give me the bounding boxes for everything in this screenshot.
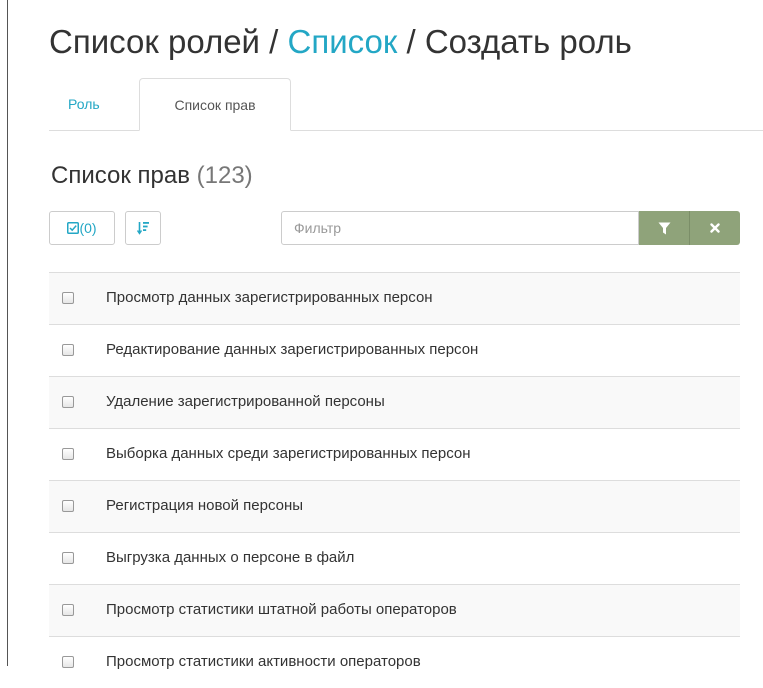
permission-checkbox[interactable] <box>62 396 74 408</box>
permission-row[interactable]: Просмотр данных зарегистрированных персо… <box>49 272 740 324</box>
breadcrumb-list-link[interactable]: Список <box>288 23 398 60</box>
apply-filter-button[interactable] <box>639 211 690 245</box>
permission-checkbox[interactable] <box>62 500 74 512</box>
permission-row[interactable]: Регистрация новой персоны <box>49 480 740 532</box>
permission-checkbox[interactable] <box>62 656 74 668</box>
clear-filter-button[interactable] <box>690 211 740 245</box>
permission-row[interactable]: Редактирование данных зарегистрированных… <box>49 324 740 376</box>
permission-checkbox[interactable] <box>62 552 74 564</box>
tab-role[interactable]: Роль <box>49 78 119 130</box>
permission-row[interactable]: Просмотр статистики активности операторо… <box>49 636 740 688</box>
permission-row[interactable]: Просмотр статистики штатной работы опера… <box>49 584 740 636</box>
sort-button[interactable] <box>125 211 161 245</box>
times-icon <box>710 223 720 233</box>
permission-checkbox[interactable] <box>62 448 74 460</box>
section-count: (123) <box>196 162 253 189</box>
window-left-border <box>0 0 8 666</box>
permission-label: Удаление зарегистрированной персоны <box>106 393 385 410</box>
permissions-list: Просмотр данных зарегистрированных персо… <box>49 272 740 688</box>
permission-label: Выгрузка данных о персоне в файл <box>106 549 355 566</box>
permission-label: Просмотр данных зарегистрированных персо… <box>106 289 433 306</box>
permission-label: Редактирование данных зарегистрированных… <box>106 341 479 358</box>
permission-row[interactable]: Выгрузка данных о персоне в файл <box>49 532 740 584</box>
breadcrumb-separator: / <box>397 23 425 60</box>
permission-checkbox[interactable] <box>62 292 74 304</box>
permission-label: Выборка данных среди зарегистрированных … <box>106 445 471 462</box>
permission-label: Регистрация новой персоны <box>106 497 304 514</box>
breadcrumb: Список ролей / Список / Создать роль <box>49 20 632 64</box>
sort-icon <box>136 222 149 235</box>
permission-row[interactable]: Удаление зарегистрированной персоны <box>49 376 740 428</box>
breadcrumb-current: Создать роль <box>424 23 632 60</box>
checkbox-icon <box>67 222 80 234</box>
breadcrumb-separator: / <box>260 23 288 60</box>
filter-input[interactable] <box>281 211 639 245</box>
permission-checkbox[interactable] <box>62 604 74 616</box>
permission-checkbox[interactable] <box>62 344 74 356</box>
permission-row[interactable]: Выборка данных среди зарегистрированных … <box>49 428 740 480</box>
breadcrumb-roles-list[interactable]: Список ролей <box>49 23 260 60</box>
permission-label: Просмотр статистики штатной работы опера… <box>106 601 457 618</box>
section-title: Список прав (123) <box>51 162 253 190</box>
funnel-icon <box>658 222 670 234</box>
permission-label: Просмотр статистики активности операторо… <box>106 653 421 670</box>
selected-count: (0) <box>79 220 97 236</box>
tab-bar: Роль Список прав <box>49 78 763 131</box>
tab-permissions-list[interactable]: Список прав <box>139 78 291 131</box>
select-all-button[interactable]: (0) <box>49 211 115 245</box>
section-title-text: Список прав <box>51 162 190 189</box>
